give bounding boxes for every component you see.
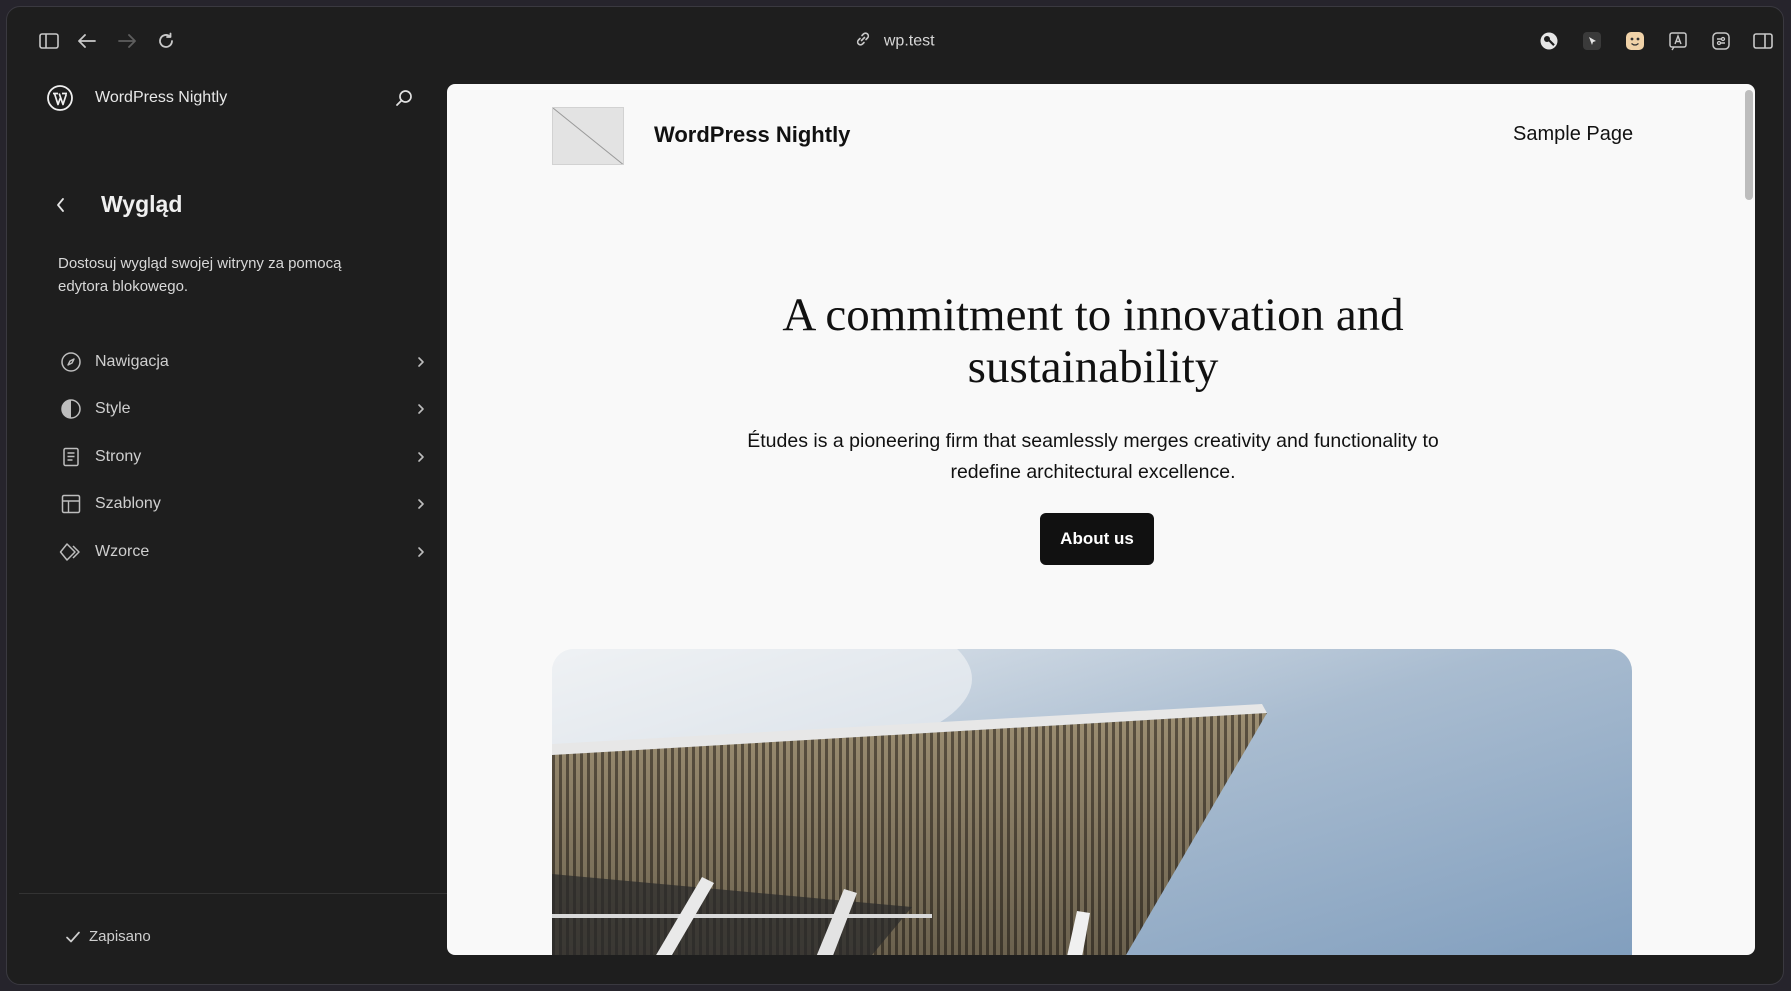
browser-toolbar: wp.test — [7, 7, 1783, 73]
sidebar-item-pages[interactable]: Strony — [51, 433, 431, 481]
preview-scrollbar[interactable] — [1745, 90, 1753, 200]
link-icon — [855, 31, 871, 52]
chevron-right-icon — [411, 542, 431, 562]
password-key-icon[interactable] — [1537, 29, 1561, 53]
chevron-right-icon — [411, 352, 431, 372]
sidebar-item-label: Strony — [95, 447, 142, 465]
sidebar-item-navigation[interactable]: Nawigacja — [51, 338, 431, 386]
url-text: wp.test — [883, 32, 935, 50]
chevron-right-icon — [411, 447, 431, 467]
settings-sliders-icon[interactable] — [1709, 29, 1733, 53]
hero-paragraph: Études is a pioneering firm that seamles… — [747, 430, 1439, 483]
section-title: Wygląd — [101, 191, 183, 217]
address-bar[interactable]: wp.test — [7, 31, 1783, 52]
sidebar-item-label: Nawigacja — [95, 352, 169, 370]
sidebar-item-label: Style — [95, 400, 131, 418]
sidebar-item-styles[interactable]: Style — [51, 386, 431, 434]
hero-heading: A commitment to innovation and sustainab… — [782, 289, 1404, 393]
site-header: WordPress Nightly — [19, 73, 447, 125]
site-name[interactable]: WordPress Nightly — [95, 89, 227, 107]
hero-building-image — [552, 649, 1632, 955]
cursor-extension-icon[interactable] — [1580, 29, 1604, 53]
diamond-pattern-icon — [59, 540, 83, 564]
browser-window: wp.test WordPress Nightly Wygląd Dostosu… — [6, 6, 1784, 985]
appearance-menu: Nawigacja Style Strony Szablony Wzorce — [51, 338, 431, 576]
split-view-icon[interactable] — [1751, 29, 1775, 53]
site-preview[interactable]: WordPress Nightly Sample Page A commitme… — [447, 84, 1755, 955]
page-icon — [59, 445, 83, 469]
sidebar-item-templates[interactable]: Szablony — [51, 481, 431, 529]
sidebar-item-patterns[interactable]: Wzorce — [51, 528, 431, 576]
chevron-right-icon — [411, 399, 431, 419]
site-logo-placeholder[interactable] — [552, 107, 624, 165]
wordpress-logo-icon[interactable] — [47, 85, 73, 111]
section-header: Wygląd — [19, 185, 447, 225]
sidebar-item-label: Szablony — [95, 495, 161, 513]
section-description: Dostosuj wygląd swojej witryny za pomocą… — [58, 255, 342, 295]
about-us-button[interactable]: About us — [1040, 513, 1154, 565]
nav-link-sample-page[interactable]: Sample Page — [1513, 123, 1633, 146]
preview-site-title[interactable]: WordPress Nightly — [654, 122, 850, 148]
chevron-left-icon[interactable] — [49, 193, 73, 217]
save-status: Zapisano — [65, 928, 151, 945]
save-status-text: Zapisano — [89, 928, 151, 945]
chevron-right-icon — [411, 494, 431, 514]
checkmark-icon — [65, 930, 81, 944]
sidebar-item-label: Wzorce — [95, 542, 150, 560]
compass-icon — [59, 350, 83, 374]
half-circle-icon — [59, 397, 83, 421]
sidebar-footer: Zapisano — [19, 893, 447, 984]
translate-extension-icon[interactable] — [1666, 29, 1690, 53]
layout-icon — [59, 492, 83, 516]
emoji-extension-icon[interactable] — [1623, 29, 1647, 53]
editor-sidebar: WordPress Nightly Wygląd Dostosuj wygląd… — [19, 73, 447, 984]
search-icon[interactable] — [391, 85, 417, 111]
